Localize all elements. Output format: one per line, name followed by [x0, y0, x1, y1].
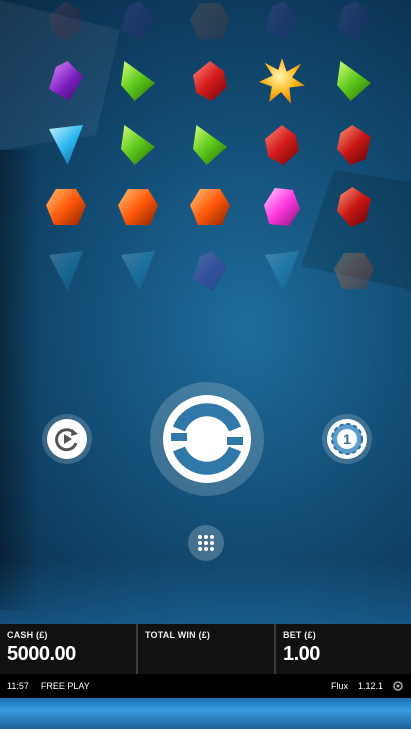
total-win-field: TOTAL WIN (£): [138, 624, 276, 674]
cash-field: CASH (£) 5000.00: [0, 624, 138, 674]
reel-cell: [318, 242, 390, 300]
reel-cell: [102, 242, 174, 300]
reel-cell: [30, 52, 102, 110]
reel-cell: [246, 0, 318, 50]
bet-field[interactable]: BET (£) 1.00: [276, 624, 411, 674]
reel-cell: [246, 116, 318, 174]
green-gem-icon: [337, 61, 371, 101]
orange-gem-icon: [46, 189, 86, 225]
blue-gem-icon: [49, 125, 83, 165]
reel-cell: [30, 116, 102, 174]
green-gem-icon: [121, 125, 155, 165]
bottom-glow-strip: [0, 698, 411, 729]
reel-cell: [30, 242, 102, 300]
coin-icon: 1: [327, 419, 367, 459]
info-bar: CASH (£) 5000.00 TOTAL WIN (£) BET (£) 1…: [0, 624, 411, 674]
green-gem-icon: [193, 125, 227, 165]
cash-label: CASH (£): [7, 630, 48, 640]
reel-cell: [102, 0, 174, 50]
autoplay-button[interactable]: [42, 414, 92, 464]
star-gem-icon: [259, 58, 305, 104]
reel-cell: [246, 242, 318, 300]
play-mode: FREE PLAY: [40, 681, 90, 691]
bet-label: BET (£): [283, 630, 316, 640]
grid-menu-icon: [198, 535, 214, 551]
settings-icon[interactable]: [393, 681, 403, 691]
green-gem-icon: [121, 61, 155, 101]
orange-gem-icon: [190, 3, 230, 39]
clock: 11:57: [7, 681, 29, 691]
game-version: 1.12.1: [357, 681, 383, 691]
blue-gem-icon: [49, 251, 83, 291]
reel-cell: [102, 178, 174, 236]
spin-icon: [163, 395, 251, 483]
background-glow: [0, 560, 411, 630]
red-gem-icon: [49, 1, 83, 41]
red-gem-icon: [265, 125, 299, 165]
red-gem-icon: [337, 187, 371, 227]
orange-gem-icon: [190, 189, 230, 225]
reel-cell: [318, 52, 390, 110]
menu-button[interactable]: [188, 525, 224, 561]
purple-gem-icon: [49, 61, 83, 101]
purple-gem-icon: [193, 251, 227, 291]
reel-cell: [102, 52, 174, 110]
purple-gem-icon: [121, 1, 155, 41]
blue-gem-icon: [265, 251, 299, 291]
reel-cell: [174, 178, 246, 236]
autoplay-icon: [47, 419, 87, 459]
orange-gem-icon: [118, 189, 158, 225]
reel-grid: [30, 0, 390, 300]
reel-cell: [318, 0, 390, 50]
game-name: Flux: [330, 681, 348, 691]
reel-cell: [174, 242, 246, 300]
reel-cell: [318, 178, 390, 236]
reel-cell: [102, 116, 174, 174]
spin-button[interactable]: [150, 382, 264, 496]
red-gem-icon: [337, 125, 371, 165]
red-gem-icon: [193, 61, 227, 101]
orange-gem-icon: [334, 253, 374, 289]
blue-gem-icon: [121, 251, 155, 291]
reel-cell: [174, 52, 246, 110]
reel-cell: [246, 52, 318, 110]
coin-value: 1: [343, 431, 351, 447]
purple-gem-icon: [337, 1, 371, 41]
reel-cell: [318, 116, 390, 174]
reel-cell: [30, 178, 102, 236]
pink-gem-icon: [264, 188, 300, 226]
reel-cell: [246, 178, 318, 236]
reel-cell: [174, 116, 246, 174]
total-win-label: TOTAL WIN (£): [145, 630, 211, 640]
reel-cell: [174, 0, 246, 50]
cash-value: 5000.00: [7, 643, 76, 665]
bet-coin-button[interactable]: 1: [322, 414, 372, 464]
bet-value: 1.00: [283, 643, 320, 665]
reel-cell: [30, 0, 102, 50]
status-bar: 11:57 FREE PLAY Flux 1.12.1: [0, 674, 411, 698]
purple-gem-icon: [265, 1, 299, 41]
